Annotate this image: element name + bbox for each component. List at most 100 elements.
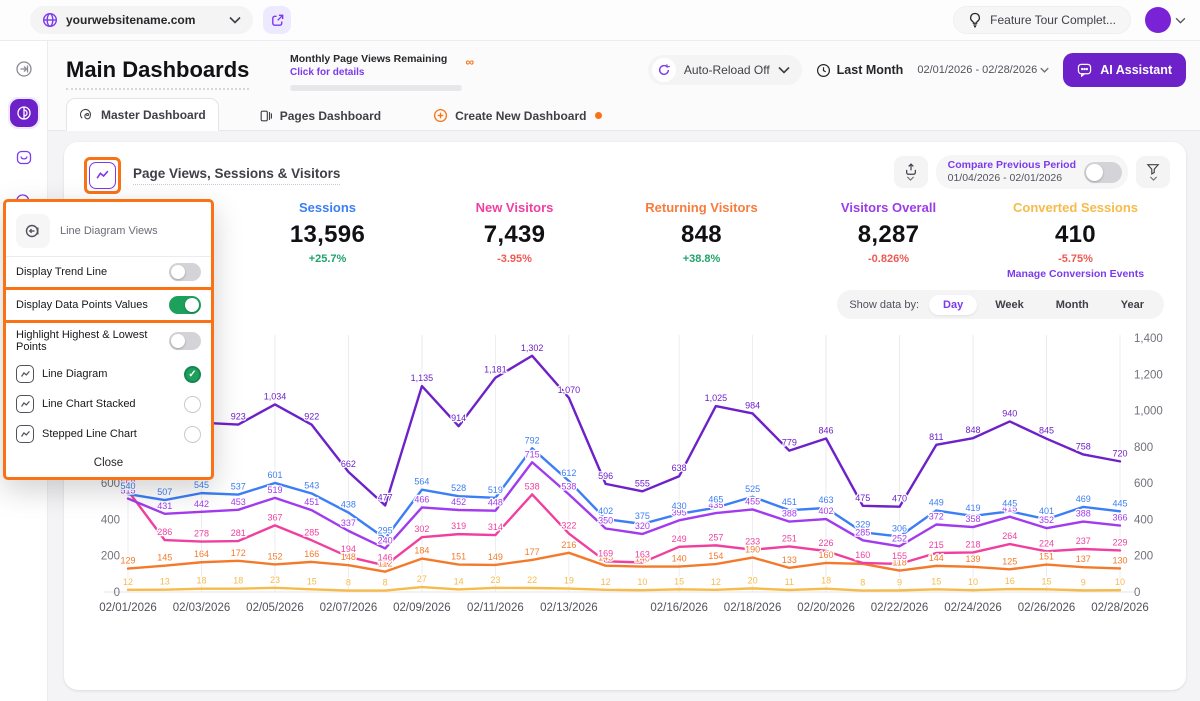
popup-close-button[interactable]: Close — [6, 449, 211, 471]
data-point-label: 779 — [782, 438, 797, 448]
data-point-label: 453 — [231, 497, 246, 507]
line-chart[interactable]: 002002004004006006008008001,0001,0001,20… — [64, 325, 1186, 625]
data-point-label: 329 — [855, 519, 870, 529]
toggle-switch[interactable] — [169, 332, 201, 350]
chat-icon — [1077, 63, 1092, 77]
filter-button[interactable] — [1136, 156, 1170, 188]
data-point-label: 442 — [194, 499, 209, 509]
svg-text:02/20/2026: 02/20/2026 — [797, 602, 855, 614]
data-point-label: 388 — [782, 509, 797, 519]
data-point-label: 23 — [490, 575, 500, 585]
quota-details-link[interactable]: Click for details — [290, 67, 462, 78]
data-point-label: 16 — [1005, 576, 1015, 586]
stat-delta: -0.826% — [795, 253, 982, 265]
data-point-label: 525 — [745, 484, 760, 494]
arrow-left-icon — [25, 223, 41, 239]
stat-label[interactable]: New Visitors — [421, 200, 608, 215]
popup-option-line-diagram[interactable]: Line Diagram✓ — [6, 359, 211, 389]
data-point-label: 23 — [270, 575, 280, 585]
data-point-label: 12 — [123, 577, 133, 587]
data-point-label: 388 — [1076, 509, 1091, 519]
stats-row: Sessions13,596+25.7%New Visitors7,439-3.… — [234, 200, 1169, 280]
data-point-label: 164 — [194, 549, 209, 559]
avatar — [1145, 7, 1171, 33]
popup-toggle-highlight-highest-lowest-points[interactable]: Highlight Highest & Lowest Points — [6, 323, 211, 359]
sidebar-item-dashboards[interactable] — [8, 97, 40, 129]
granularity-day[interactable]: Day — [929, 295, 977, 315]
granularity-year[interactable]: Year — [1107, 295, 1158, 315]
data-point-label: 216 — [561, 540, 576, 550]
svg-text:02/13/2026: 02/13/2026 — [540, 602, 598, 614]
tab-pages-dashboard[interactable]: Pages Dashboard — [247, 101, 393, 131]
toggle-switch[interactable] — [169, 263, 201, 281]
sidebar-expand-button[interactable] — [8, 53, 40, 85]
auto-reload-dropdown[interactable]: Auto-Reload Off — [648, 55, 802, 85]
website-selector[interactable]: yourwebsitename.com — [30, 6, 253, 34]
ai-assistant-button[interactable]: AI Assistant — [1063, 53, 1186, 87]
account-menu[interactable] — [1145, 7, 1186, 33]
feature-tour-button[interactable]: Feature Tour Complet... — [953, 6, 1131, 34]
data-point-label: 177 — [525, 547, 540, 557]
radio-button[interactable]: ✓ — [184, 366, 201, 383]
data-point-label: 22 — [527, 575, 537, 585]
popup-toggle-display-trend-line[interactable]: Display Trend Line — [6, 257, 211, 287]
radio-button[interactable] — [184, 426, 201, 443]
svg-text:02/26/2026: 02/26/2026 — [1018, 602, 1076, 614]
radio-button[interactable] — [184, 396, 201, 413]
popup-option-line-chart-stacked[interactable]: Line Chart Stacked — [6, 389, 211, 419]
data-point-label: 18 — [821, 576, 831, 586]
quota-infinity: ∞ — [465, 55, 474, 69]
data-point-label: 160 — [855, 550, 870, 560]
stat-label[interactable]: Converted Sessions — [982, 200, 1169, 215]
data-point-label: 758 — [1076, 441, 1091, 451]
tab-master-dashboard[interactable]: Master Dashboard — [66, 98, 219, 131]
globe-icon — [42, 12, 58, 28]
period-preset[interactable]: Last Month — [816, 63, 904, 78]
popup-back-button[interactable] — [16, 214, 50, 248]
data-point-label: 302 — [414, 524, 429, 534]
data-point-label: 215 — [929, 540, 944, 550]
line-diagram-views-popup: Line Diagram Views Display Trend LineDis… — [3, 199, 214, 480]
svg-text:02/18/2026: 02/18/2026 — [724, 602, 782, 614]
compare-label[interactable]: Compare Previous Period — [948, 159, 1076, 172]
data-point-label: 848 — [966, 425, 981, 435]
data-point-label: 9 — [897, 577, 902, 587]
stat-delta: +38.8% — [608, 253, 795, 265]
data-point-label: 163 — [635, 549, 650, 559]
granularity-month[interactable]: Month — [1042, 295, 1103, 315]
date-range-picker[interactable]: 02/01/2026 - 02/28/2026 — [917, 64, 1049, 76]
open-website-button[interactable] — [263, 6, 291, 34]
data-point-label: 638 — [672, 463, 687, 473]
data-point-label: 811 — [929, 432, 943, 442]
data-point-label: 8 — [346, 578, 351, 588]
data-point-label: 537 — [231, 482, 246, 492]
toggle-switch[interactable] — [169, 296, 201, 314]
stat-value: 8,287 — [795, 221, 982, 249]
data-point-label: 455 — [745, 496, 760, 506]
data-point-label: 792 — [525, 435, 540, 445]
granularity-week[interactable]: Week — [981, 295, 1038, 315]
data-point-label: 218 — [966, 539, 981, 549]
data-point-label: 555 — [635, 478, 650, 488]
stat-label[interactable]: Visitors Overall — [795, 200, 982, 215]
compare-previous-period: Compare Previous Period 01/04/2026 - 02/… — [936, 155, 1128, 189]
chart-type-button[interactable] — [89, 162, 116, 189]
data-point-label: 233 — [745, 537, 760, 547]
quota-progress-bar — [290, 85, 462, 91]
data-point-label: 130 — [1112, 555, 1127, 565]
popup-toggle-display-data-points-values[interactable]: Display Data Points Values — [3, 287, 214, 323]
manage-conversion-events-link[interactable]: Manage Conversion Events — [982, 268, 1169, 280]
export-button[interactable] — [894, 156, 928, 188]
compare-toggle[interactable] — [1084, 162, 1122, 183]
data-point-label: 431 — [157, 501, 172, 511]
data-point-label: 402 — [819, 506, 834, 516]
data-point-label: 372 — [929, 512, 944, 522]
data-point-label: 545 — [194, 480, 209, 490]
tab-create-new-dashboard[interactable]: Create New Dashboard — [421, 100, 614, 131]
stat-label[interactable]: Sessions — [234, 200, 421, 215]
data-point-label: 10 — [1115, 577, 1125, 587]
stat-label[interactable]: Returning Visitors — [608, 200, 795, 215]
sidebar-item-store[interactable] — [8, 141, 40, 173]
popup-option-stepped-line-chart[interactable]: Stepped Line Chart — [6, 419, 211, 449]
funnel-icon — [1146, 163, 1160, 176]
